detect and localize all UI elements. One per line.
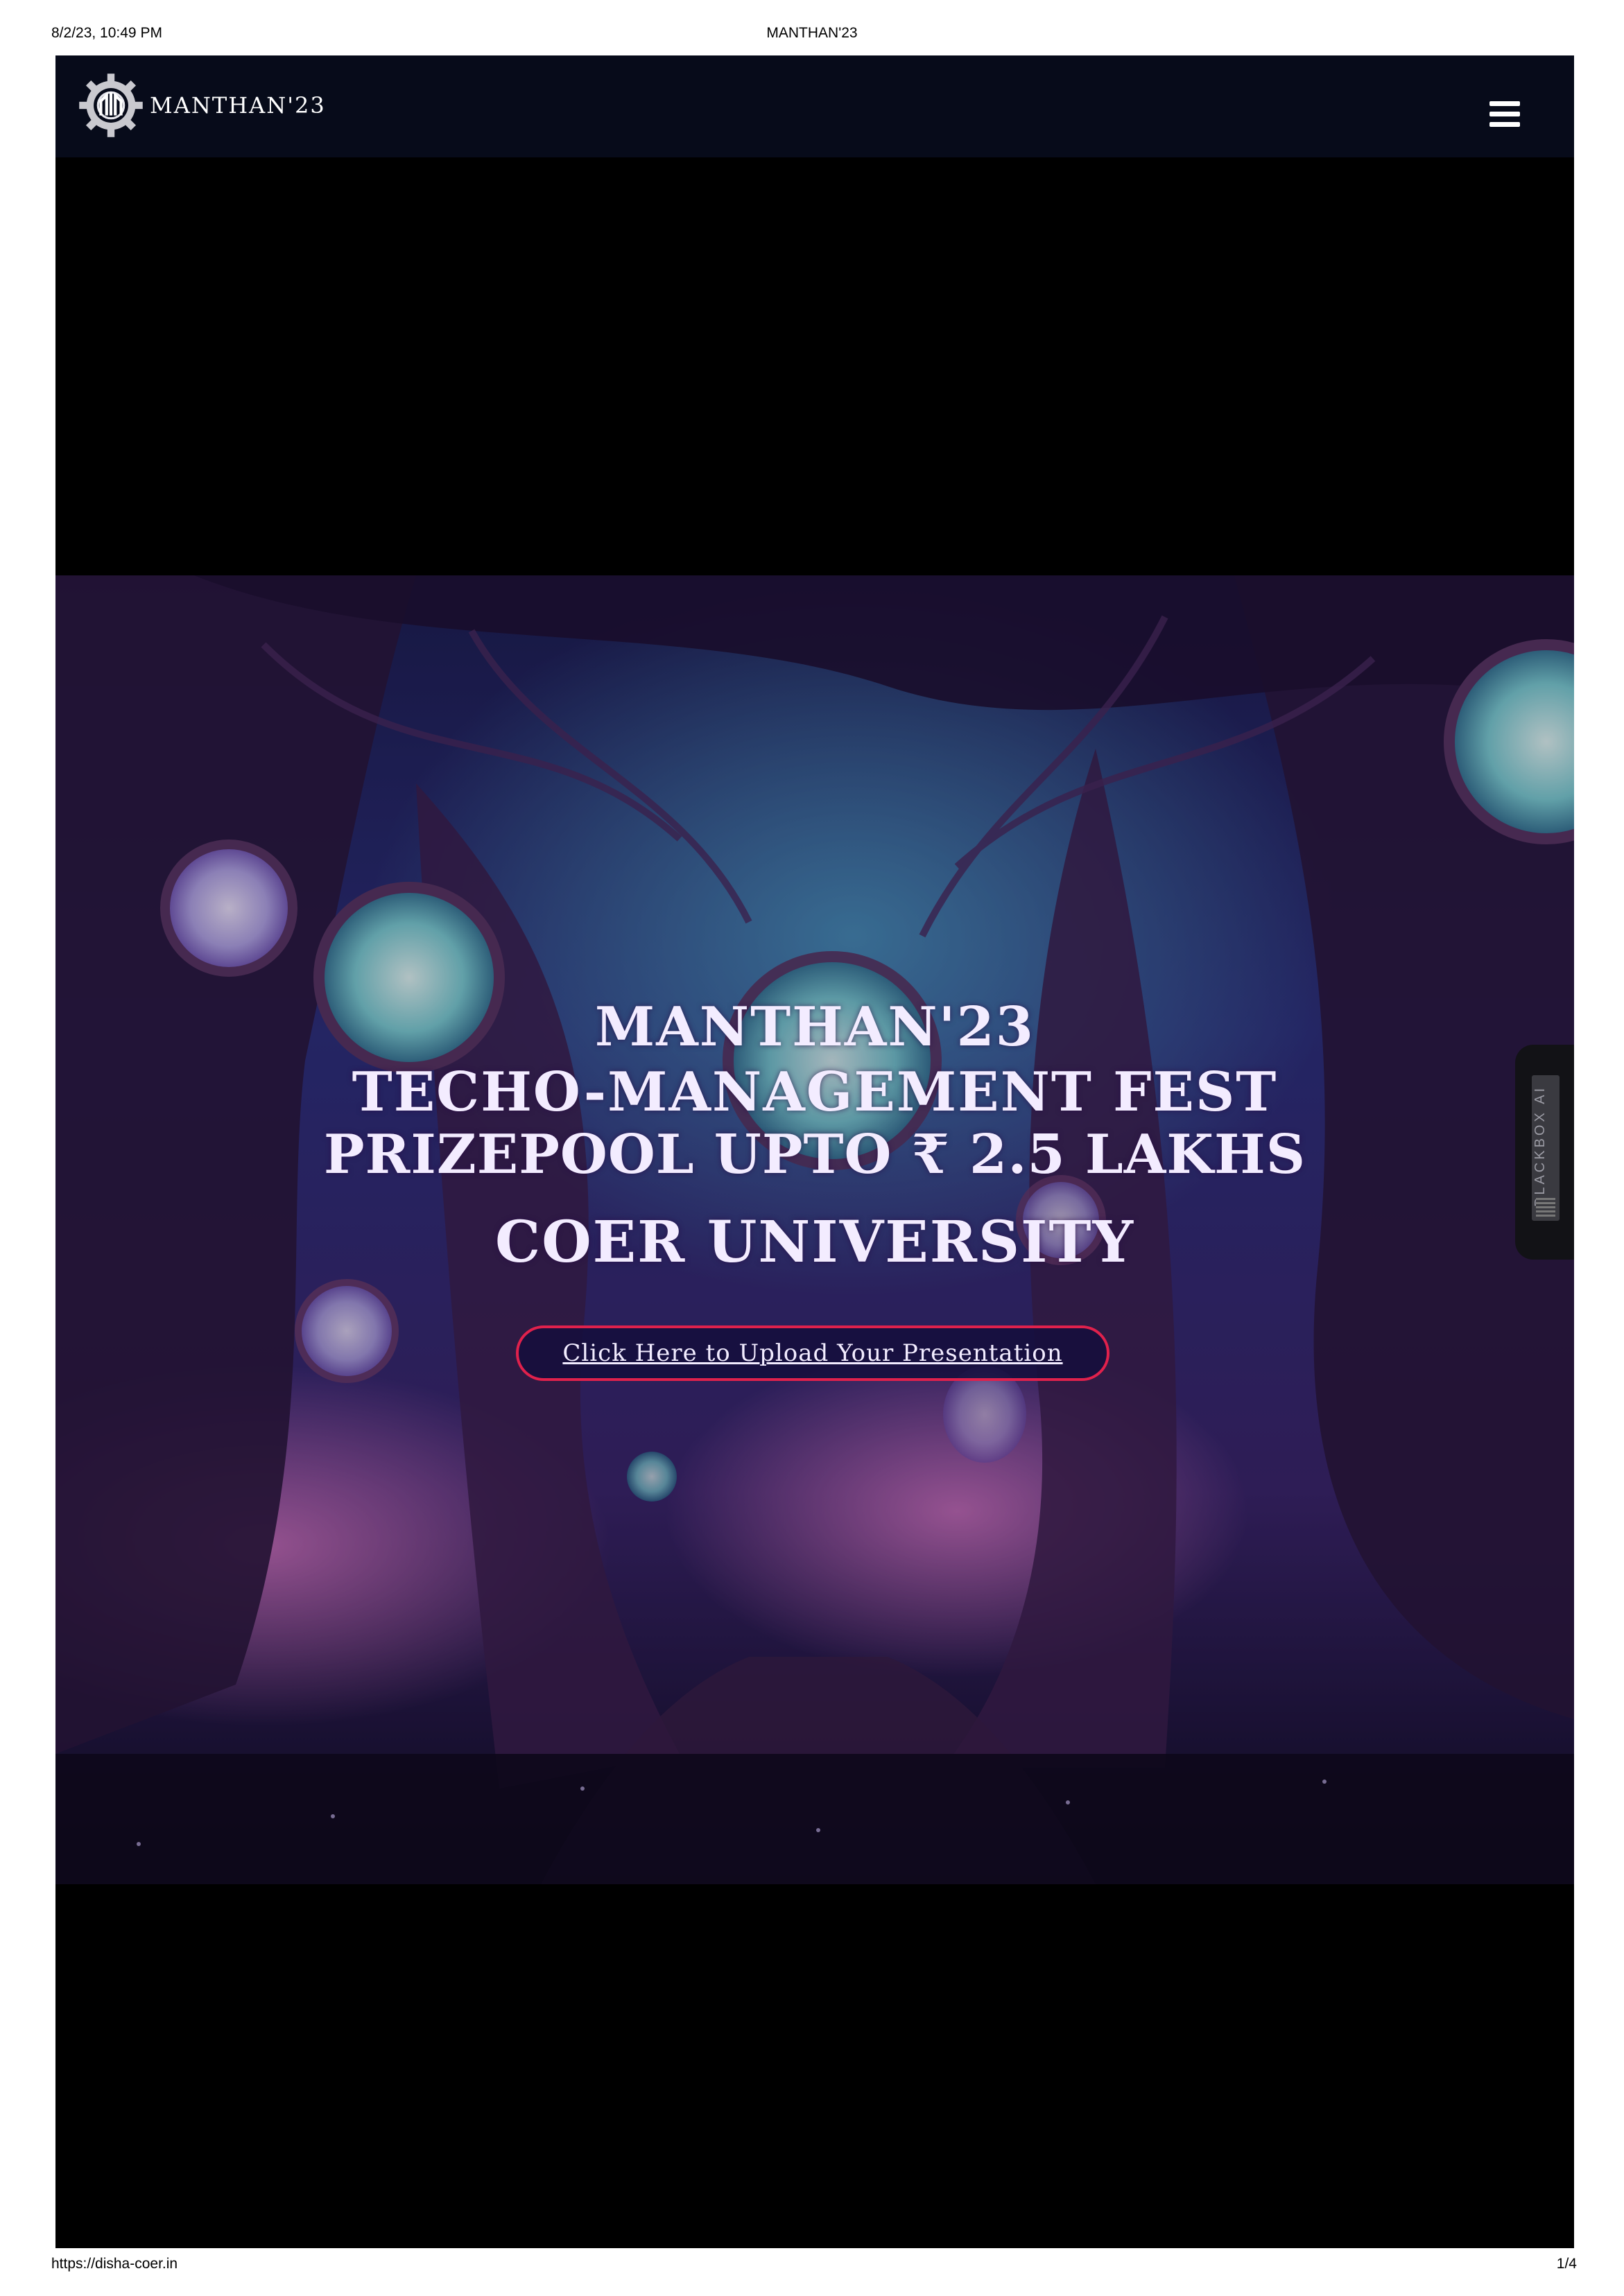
blackbox-ai-label: BLACKBOX AI — [1532, 1085, 1548, 1207]
print-page-number: 1/4 — [1556, 2256, 1577, 2272]
print-title: MANTHAN'23 — [766, 25, 858, 41]
hero-section: MANTHAN'23 TECHO-MANAGEMENT FEST PRIZEPO… — [55, 575, 1574, 1884]
hero-university: COER UNIVERSITY — [494, 1209, 1135, 1276]
upload-presentation-button[interactable]: Click Here to Upload Your Presentation — [516, 1325, 1109, 1381]
hero-subtitle: TECHO-MANAGEMENT FEST — [352, 1061, 1278, 1124]
print-header: 8/2/23, 10:49 PM MANTHAN'23 — [0, 25, 1624, 53]
blackbox-ai-tab[interactable]: BLACKBOX AI — [1532, 1075, 1560, 1221]
hamburger-menu-icon[interactable] — [1489, 101, 1520, 128]
logo-text: MANTHAN'23 — [150, 92, 326, 119]
site-logo[interactable]: MANTHAN'23 — [75, 73, 326, 137]
page-viewport: MANTHAN'23 MANTHAN'23 TECHO-MANAGEMENT F… — [55, 55, 1574, 2248]
hero-title: MANTHAN'23 — [594, 995, 1035, 1059]
hero-prizepool: PRIZEPOOL UPTO ₹ 2.5 LAKHS — [323, 1123, 1306, 1186]
drag-grip-icon[interactable] — [1536, 1197, 1555, 1217]
print-url: https://disha-coer.in — [51, 2256, 178, 2272]
blackbox-ai-widget[interactable]: BLACKBOX AI — [1515, 1045, 1574, 1260]
navbar: MANTHAN'23 — [55, 55, 1574, 157]
print-footer: https://disha-coer.in 1/4 — [0, 2256, 1624, 2284]
gear-logo-icon — [79, 73, 143, 137]
